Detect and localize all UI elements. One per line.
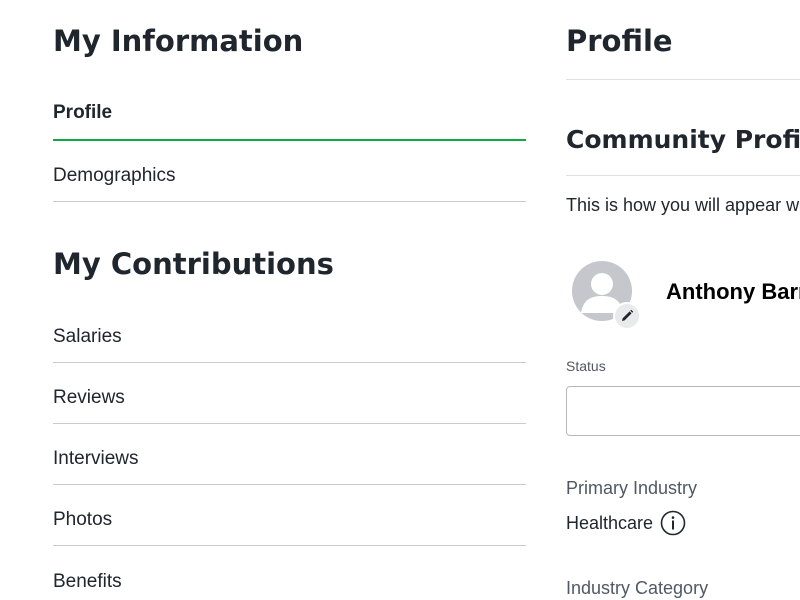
nav-item-demographics[interactable]: Demographics — [53, 141, 526, 202]
profile-page: My Information Profile Demographics My C… — [0, 0, 800, 600]
nav-item-reviews[interactable]: Reviews — [53, 363, 526, 424]
community-profile-heading: Community Profile — [566, 125, 800, 154]
industry-category-label: Industry Category — [566, 578, 709, 598]
community-divider — [566, 175, 800, 176]
nav-item-benefits[interactable]: Benefits — [53, 546, 526, 600]
status-input[interactable] — [566, 386, 800, 436]
my-information-heading: My Information — [53, 24, 304, 58]
nav-item-benefits-label: Benefits — [53, 571, 122, 592]
nav-item-interviews[interactable]: Interviews — [53, 424, 526, 485]
my-contributions-heading: My Contributions — [53, 247, 334, 281]
primary-industry-row: Healthcare — [566, 510, 686, 536]
info-icon[interactable] — [660, 510, 686, 536]
nav-item-photos-label: Photos — [53, 509, 113, 530]
community-profile-description: This is how you will appear when you con… — [566, 195, 800, 215]
nav-item-demographics-label: Demographics — [53, 165, 176, 186]
avatar-edit-control[interactable] — [572, 261, 641, 330]
nav-item-salaries-label: Salaries — [53, 326, 122, 347]
profile-panel: Profile Community Profile This is how yo… — [566, 0, 800, 600]
nav-item-reviews-label: Reviews — [53, 387, 125, 408]
nav-item-interviews-label: Interviews — [53, 448, 139, 469]
nav-item-salaries[interactable]: Salaries — [53, 302, 526, 363]
primary-industry-value: Healthcare — [566, 512, 654, 533]
title-divider — [566, 79, 800, 80]
status-label: Status — [566, 358, 606, 374]
primary-industry-label: Primary Industry — [566, 478, 698, 498]
nav-item-profile[interactable]: Profile — [53, 80, 526, 141]
nav-item-profile-label: Profile — [53, 102, 113, 123]
page-title: Profile — [566, 24, 673, 58]
nav-item-photos[interactable]: Photos — [53, 485, 526, 546]
user-name: Anthony Barrett — [666, 279, 800, 304]
pencil-icon[interactable] — [613, 302, 641, 330]
